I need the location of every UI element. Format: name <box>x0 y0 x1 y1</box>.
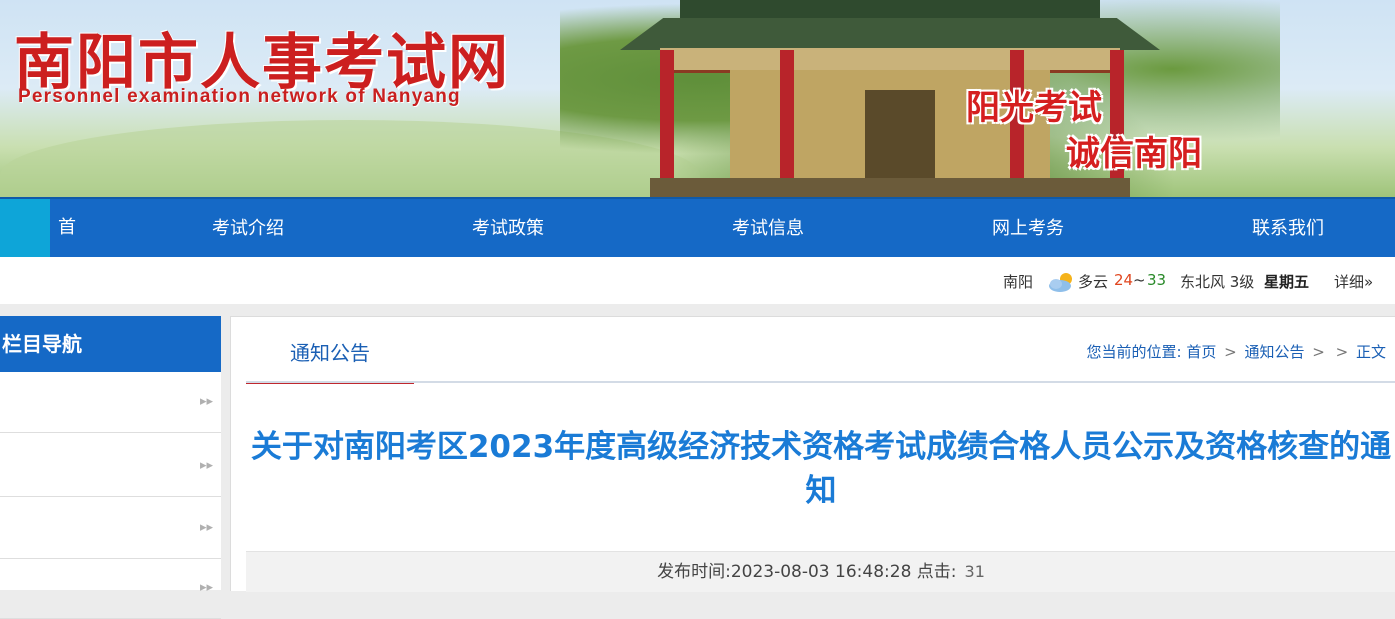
chevron-right-icon: ▸▸ <box>200 458 214 473</box>
pavilion-pillar <box>780 50 794 190</box>
main-nav: 首页 考试介绍 考试政策 考试信息 网上考务 联系我们 <box>0 197 1395 296</box>
weather-bar: 南阳 多云 24 ~ 33 东北风 3级 星期五 详细» <box>0 257 1395 304</box>
nav-home[interactable]: 首页 <box>0 199 76 296</box>
sidebar-item[interactable]: ▸▸ <box>0 498 221 559</box>
weather-wind: 东北风 3级 <box>1180 273 1255 291</box>
chevron-right-icon: ▸▸ <box>200 580 214 595</box>
partly-cloudy-icon <box>1049 273 1072 292</box>
nav-item-online-affairs[interactable]: 网上考务 <box>992 199 1064 259</box>
breadcrumb-separator: > <box>1224 343 1237 361</box>
publish-label: 发布时间: <box>657 562 731 582</box>
site-title-en: Personnel examination network of Nanyang <box>18 86 461 107</box>
weather-weekday: 星期五 <box>1264 273 1310 291</box>
nav-item-exam-info[interactable]: 考试信息 <box>732 199 804 259</box>
breadcrumb: 您当前的位置: 首页 > 通知公告 > > 正文 <box>1086 341 1386 362</box>
weather-temp-high: 33 <box>1147 271 1167 289</box>
chevron-right-icon: ▸▸ <box>200 520 214 535</box>
breadcrumb-section[interactable]: 通知公告 <box>1244 343 1304 361</box>
nav-item-exam-policy[interactable]: 考试政策 <box>472 199 544 259</box>
sidebar: 栏目导航 ▸▸ ▸▸ ▸▸ ▸▸ <box>0 316 221 619</box>
breadcrumb-separator: > <box>1312 343 1325 361</box>
pavilion-door <box>865 90 935 180</box>
tab-notice[interactable]: 通知公告 <box>246 317 414 384</box>
clicks-label: 点击: <box>916 562 957 582</box>
nav-item-contact-us[interactable]: 联系我们 <box>1252 199 1324 259</box>
clicks-count: 31 <box>964 562 985 581</box>
weather-temp-sep: ~ <box>1133 271 1146 289</box>
breadcrumb-separator: > <box>1335 343 1349 361</box>
weather-temp-low: 24 <box>1114 271 1134 289</box>
breadcrumb-prefix: 您当前的位置: <box>1086 343 1182 361</box>
sidebar-item[interactable]: ▸▸ <box>0 372 221 433</box>
chevron-right-icon: ▸▸ <box>200 394 214 409</box>
weather-city: 南阳 <box>1003 273 1034 291</box>
tab-divider <box>246 381 1395 383</box>
slogan-line-2: 诚信南阳 <box>1066 134 1202 174</box>
breadcrumb-current: 正文 <box>1355 343 1386 361</box>
article-meta: 发布时间:2023-08-03 16:48:28 点击: 31 <box>246 551 1395 592</box>
publish-time: 2023-08-03 16:48:28 <box>730 562 912 582</box>
pavilion-base <box>650 178 1130 197</box>
sidebar-item[interactable]: ▸▸ <box>0 558 221 619</box>
pavilion-pillar <box>660 50 674 190</box>
sidebar-heading: 栏目导航 <box>0 316 221 372</box>
nav-item-exam-intro[interactable]: 考试介绍 <box>212 199 284 259</box>
weather-detail-link[interactable]: 详细» <box>1334 271 1373 292</box>
sidebar-item[interactable]: ▸▸ <box>0 436 221 497</box>
weather-condition: 多云 <box>1078 273 1109 291</box>
main-content: 通知公告 您当前的位置: 首页 > 通知公告 > > 正文 关于对南阳考区202… <box>230 316 1395 592</box>
article-title: 关于对南阳考区2023年度高级经济技术资格考试成绩合格人员公示及资格核查的通知 <box>250 429 1392 509</box>
slogan-line-1: 阳光考试 <box>966 88 1102 128</box>
breadcrumb-home[interactable]: 首页 <box>1186 343 1216 361</box>
sidebar-heading-label: 栏目导航 <box>2 332 82 356</box>
site-banner: 南阳市人事考试网 Personnel examination network o… <box>0 0 1395 197</box>
